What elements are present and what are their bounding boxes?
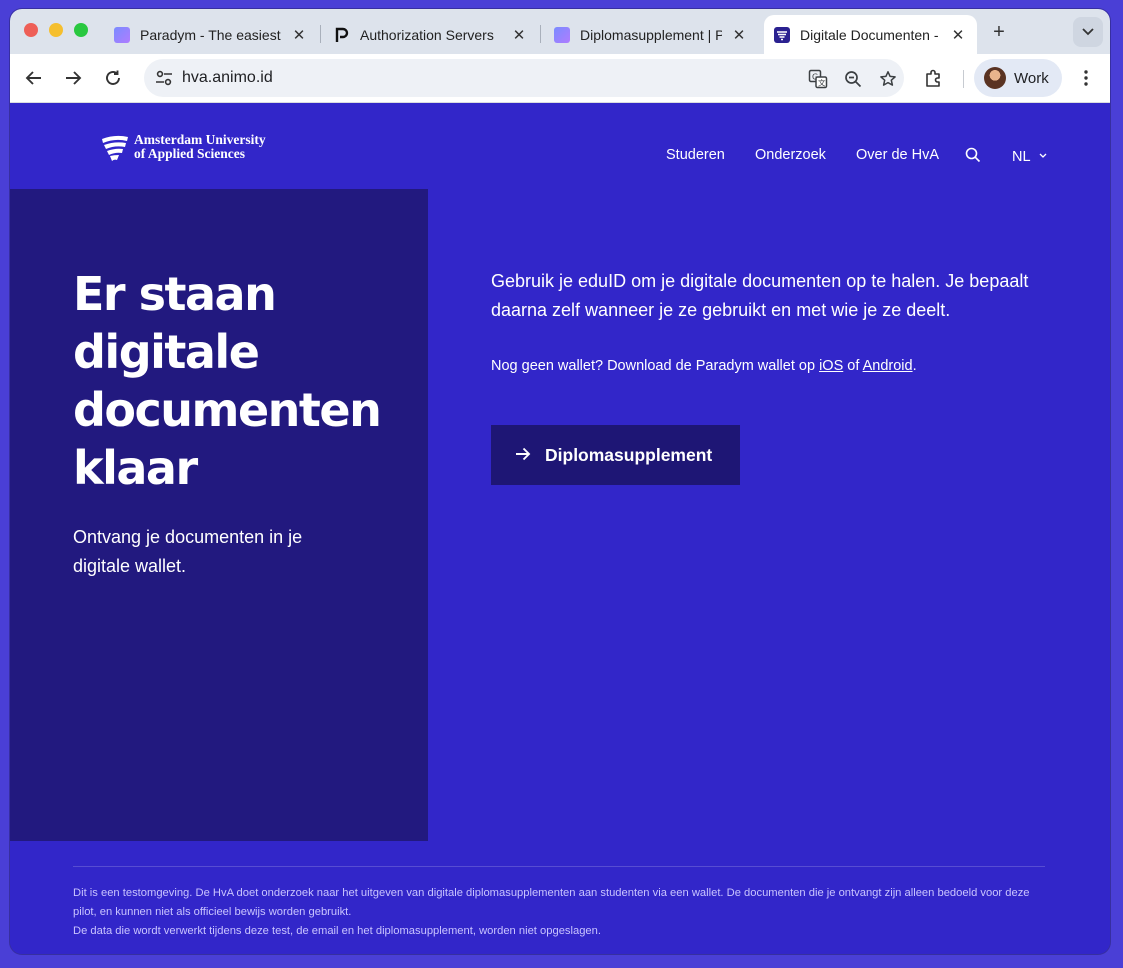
wallet-download-note: Nog geen wallet? Download de Paradym wal… xyxy=(491,358,917,374)
tab-title: Digitale Documenten - xyxy=(800,26,939,43)
footer-line-1: Dit is een testomgeving. De HvA doet ond… xyxy=(73,887,1030,918)
logo-line-1: Amsterdam University xyxy=(134,132,266,147)
paradym-gradient-icon xyxy=(114,26,130,43)
paradym-gradient-icon xyxy=(554,26,570,43)
tab-title: Diplomasupplement | P xyxy=(580,26,722,43)
bookmark-star-icon[interactable] xyxy=(877,68,899,90)
svg-text:文: 文 xyxy=(818,78,826,88)
zoom-icon[interactable] xyxy=(842,68,864,90)
nav-studeren[interactable]: Studeren xyxy=(666,147,725,163)
close-window-button[interactable] xyxy=(24,23,38,37)
profile-button[interactable]: Work xyxy=(974,59,1062,97)
back-arrow-icon[interactable] xyxy=(22,66,46,90)
android-link[interactable]: Android xyxy=(863,358,913,374)
reload-icon[interactable] xyxy=(101,66,125,90)
footer-disclaimer: Dit is een testomgeving. De HvA doet ond… xyxy=(73,884,1045,941)
browser-window: Paradym - The easiest ✕ Authorization Se… xyxy=(10,9,1110,954)
wallet-note-suffix: . xyxy=(912,358,917,374)
nav-over-de-hva[interactable]: Over de HvA xyxy=(856,147,939,163)
arrow-right-icon xyxy=(515,445,531,466)
footer-line-2: De data die wordt verwerkt tijdens deze … xyxy=(73,925,601,937)
wallet-note-prefix: Nog geen wallet? Download de Paradym wal… xyxy=(491,358,820,374)
ios-link[interactable]: iOS xyxy=(819,358,843,374)
tab-title: Paradym - The easiest xyxy=(140,26,281,43)
search-icon[interactable] xyxy=(964,146,982,164)
footer-divider xyxy=(73,866,1045,867)
hva-logo[interactable]: Amsterdam University of Applied Sciences xyxy=(100,132,266,162)
hva-icon xyxy=(774,26,790,43)
avatar xyxy=(984,67,1006,89)
extensions-puzzle-icon[interactable] xyxy=(922,66,946,90)
url-text: hva.animo.id xyxy=(182,69,273,86)
hero-subtitle: Ontvang je documenten in je digitale wal… xyxy=(73,527,303,576)
nav-onderzoek[interactable]: Onderzoek xyxy=(755,147,826,163)
tab-title: Authorization Servers xyxy=(360,26,494,43)
tab-digitale-documenten[interactable]: Digitale Documenten - ✕ xyxy=(764,15,977,54)
paradym-p-icon xyxy=(334,27,350,43)
more-menu-icon[interactable] xyxy=(1074,66,1098,90)
close-icon[interactable]: ✕ xyxy=(510,26,528,44)
close-icon[interactable]: ✕ xyxy=(730,26,748,44)
tab-diplomasupplement[interactable]: Diplomasupplement | P ✕ xyxy=(544,15,758,54)
language-selector[interactable]: NL xyxy=(1012,147,1047,165)
address-bar[interactable]: hva.animo.id G文 xyxy=(144,59,904,97)
tab-authorization-servers[interactable]: Authorization Servers ✕ xyxy=(324,15,538,54)
zoom-window-button[interactable] xyxy=(74,23,88,37)
hero-title: Er staan digitale documenten klaar xyxy=(73,267,382,495)
page-content: Amsterdam University of Applied Sciences… xyxy=(10,103,1110,954)
forward-arrow-icon[interactable] xyxy=(61,66,85,90)
wallet-note-of: of xyxy=(843,358,863,374)
language-label: NL xyxy=(1012,149,1030,165)
close-icon[interactable]: ✕ xyxy=(949,26,967,44)
tab-paradym[interactable]: Paradym - The easiest ✕ xyxy=(104,15,318,54)
tab-strip: Paradym - The easiest ✕ Authorization Se… xyxy=(10,9,1110,54)
new-tab-plus-icon[interactable]: + xyxy=(988,21,1010,43)
site-settings-icon[interactable] xyxy=(152,66,176,90)
translate-icon[interactable]: G文 xyxy=(807,68,829,90)
cta-label: Diplomasupplement xyxy=(545,444,713,465)
logo-line-2: of Applied Sciences xyxy=(134,146,246,161)
minimize-window-button[interactable] xyxy=(49,23,63,37)
profile-label: Work xyxy=(1014,69,1049,87)
browser-toolbar: hva.animo.id G文 Work xyxy=(10,54,1110,103)
chevron-down-icon xyxy=(1039,147,1047,163)
hva-logo-icon xyxy=(102,135,128,161)
close-icon[interactable]: ✕ xyxy=(290,26,308,44)
diplomasupplement-button[interactable]: Diplomasupplement xyxy=(491,425,740,485)
tab-search-chevron-icon[interactable] xyxy=(1073,17,1103,47)
intro-text: Gebruik je eduID om je digitale document… xyxy=(491,271,1029,320)
